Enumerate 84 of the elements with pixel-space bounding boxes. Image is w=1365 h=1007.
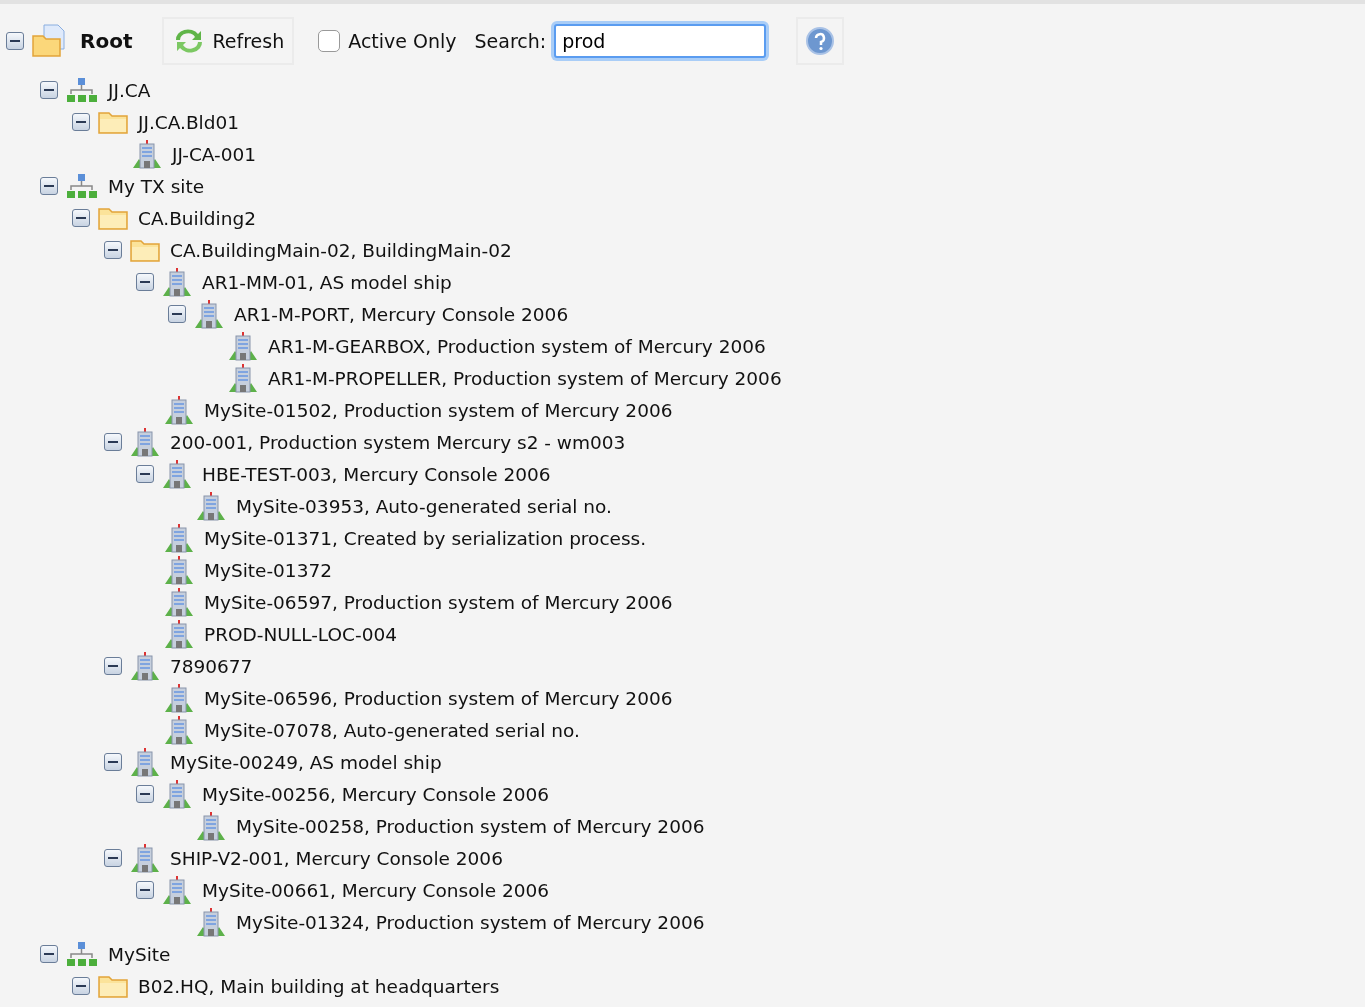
collapse-button[interactable] — [72, 113, 90, 131]
tree-node-label[interactable]: MySite — [108, 943, 171, 965]
building-icon — [164, 683, 194, 713]
tree-node-label[interactable]: JJ-CA-001 — [172, 143, 257, 165]
building-icon — [164, 395, 194, 425]
collapse-button[interactable] — [136, 465, 154, 483]
building-icon — [130, 843, 160, 873]
building-icon — [164, 587, 194, 617]
collapse-button[interactable] — [104, 849, 122, 867]
tree-node-label[interactable]: MySite-03953, Auto-generated serial no. — [236, 495, 612, 517]
collapse-button[interactable] — [104, 657, 122, 675]
tree-node-label[interactable]: My TX site — [108, 175, 205, 197]
collapse-button[interactable] — [104, 241, 122, 259]
collapse-button[interactable] — [6, 32, 24, 50]
help-icon — [806, 27, 835, 55]
collapse-button[interactable] — [72, 977, 90, 995]
tree-node-label[interactable]: HBE-TEST-003, Mercury Console 2006 — [202, 463, 551, 485]
tree-node-label[interactable]: MySite-01371, Created by serialization process. — [204, 527, 647, 549]
folder-document-icon — [32, 24, 66, 58]
tree-node-label[interactable]: MySite-01502, Production system of Mercury 2006 — [204, 399, 673, 421]
building-icon — [196, 907, 226, 937]
building-icon — [164, 619, 194, 649]
building-icon — [162, 875, 192, 905]
checkbox[interactable] — [318, 30, 341, 52]
collapse-button[interactable] — [40, 945, 58, 963]
building-icon — [196, 811, 226, 841]
collapse-button[interactable] — [104, 433, 122, 451]
network-icon — [66, 173, 98, 199]
building-icon — [228, 363, 258, 393]
search-label: Search: — [474, 30, 547, 52]
building-icon — [162, 779, 192, 809]
tree-node-label[interactable]: CA.Building2 — [138, 207, 256, 229]
tree-node-label[interactable]: AR1-M-PORT, Mercury Console 2006 — [234, 303, 569, 325]
tree-node-label[interactable]: MySite-00249, AS model ship — [170, 751, 442, 773]
tree-node-label[interactable]: MySite-07078, Auto-generated serial no. — [204, 719, 580, 741]
building-icon — [162, 267, 192, 297]
tree-node-label[interactable]: MySite-00256, Mercury Console 2006 — [202, 783, 549, 805]
building-icon — [132, 139, 162, 169]
building-icon — [228, 331, 258, 361]
tree-node-label[interactable]: MySite-00661, Mercury Console 2006 — [202, 879, 549, 901]
tree-node-label[interactable]: JJ.CA.Bld01 — [138, 111, 240, 133]
checkbox-label: Active Only — [348, 30, 457, 52]
collapse-button[interactable] — [168, 305, 186, 323]
building-icon — [194, 299, 224, 329]
collapse-button[interactable] — [136, 881, 154, 899]
refresh-button[interactable]: Refresh — [162, 17, 295, 65]
building-icon — [164, 555, 194, 585]
help-button[interactable] — [796, 17, 845, 65]
folder-icon — [98, 206, 128, 230]
tree-node-label[interactable]: SHIP-V2-001, Mercury Console 2006 — [170, 847, 503, 869]
network-icon — [66, 941, 98, 967]
folder-icon — [98, 110, 128, 134]
folder-icon — [130, 238, 160, 262]
tree-node-label[interactable]: PROD-NULL-LOC-004 — [204, 623, 397, 645]
tree-node-label[interactable]: MySite-01324, Production system of Mercury 2006 — [236, 911, 705, 933]
collapse-button[interactable] — [136, 273, 154, 291]
tree-node-label[interactable]: MySite-06597, Production system of Mercury 2006 — [204, 591, 673, 613]
tree-node-label[interactable]: AR1-M-GEARBOX, Production system of Mercury 2006 — [268, 335, 766, 357]
tree-node-label[interactable]: MySite-01372 — [204, 559, 332, 581]
tree-node-label[interactable]: JJ.CA — [108, 79, 151, 101]
collapse-button[interactable] — [136, 785, 154, 803]
tree-node-label[interactable]: MySite-00258, Production system of Mercury 2006 — [236, 815, 705, 837]
search-field[interactable]: prod — [554, 24, 767, 58]
root-label: Root — [80, 29, 133, 53]
building-icon — [130, 651, 160, 681]
collapse-button[interactable] — [40, 81, 58, 99]
folder-icon — [98, 974, 128, 998]
tree-node-label[interactable]: 7890677 — [170, 655, 253, 677]
building-icon — [164, 523, 194, 553]
tree-node-label[interactable]: AR1-M-PROPELLER, Production system of Mercury 2006 — [268, 367, 782, 389]
tree-node-label[interactable]: 200-001, Production system Mercury s2 - wm003 — [170, 431, 626, 453]
network-icon — [66, 77, 98, 103]
collapse-button[interactable] — [72, 209, 90, 227]
building-icon — [130, 747, 160, 777]
tree-node-label[interactable]: CA.BuildingMain-02, BuildingMain-02 — [170, 239, 512, 261]
building-icon — [164, 715, 194, 745]
building-icon — [162, 459, 192, 489]
tree-node-label[interactable]: B02.HQ, Main building at headquarters — [138, 975, 500, 997]
building-icon — [196, 491, 226, 521]
building-icon — [130, 427, 160, 457]
collapse-button[interactable] — [104, 753, 122, 771]
tree-node-label[interactable]: AR1-MM-01, AS model ship — [202, 271, 452, 293]
collapse-button[interactable] — [40, 177, 58, 195]
tree-node-label[interactable]: MySite-06596, Production system of Mercury 2006 — [204, 687, 673, 709]
